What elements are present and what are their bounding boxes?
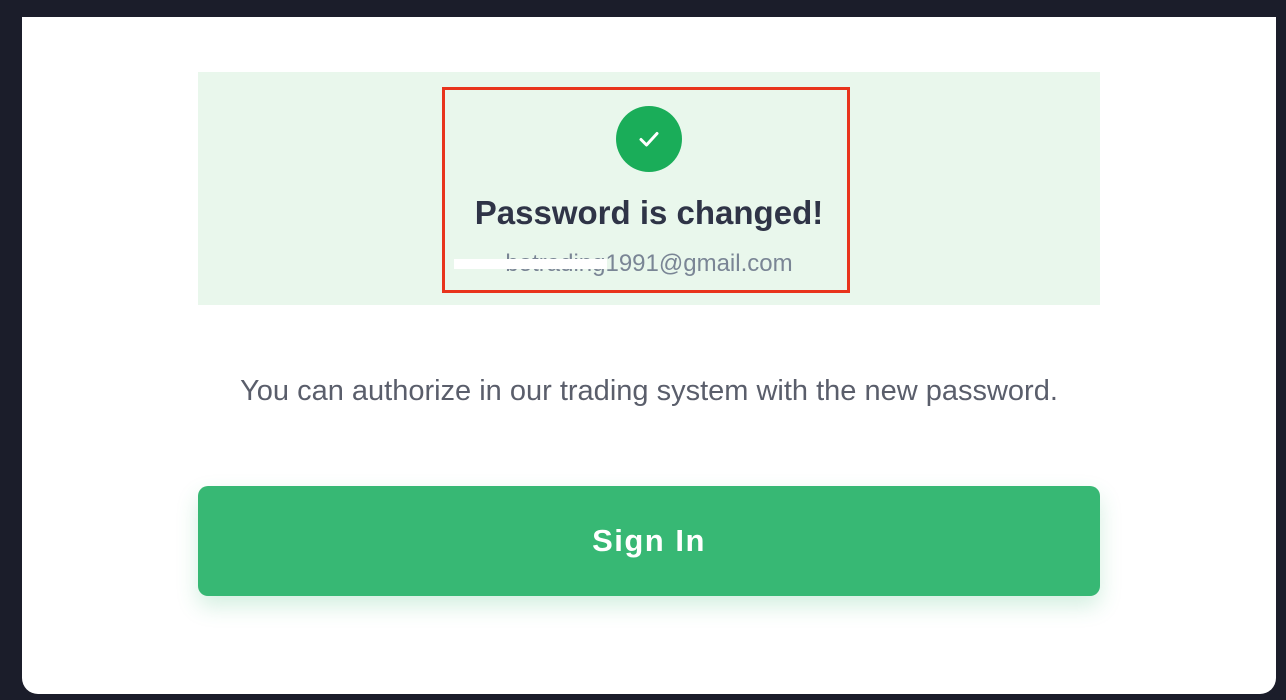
account-email: botrading1991@gmail.com (505, 250, 793, 277)
sign-in-button[interactable]: Sign In (198, 486, 1100, 596)
password-reset-card: Password is changed! botrading1991@gmail… (22, 17, 1276, 694)
success-title: Password is changed! (474, 194, 824, 231)
email-redaction-bar (454, 259, 607, 269)
success-panel: Password is changed! botrading1991@gmail… (198, 72, 1100, 305)
checkmark-icon (616, 106, 682, 172)
info-message: You can authorize in our trading system … (240, 375, 1058, 407)
